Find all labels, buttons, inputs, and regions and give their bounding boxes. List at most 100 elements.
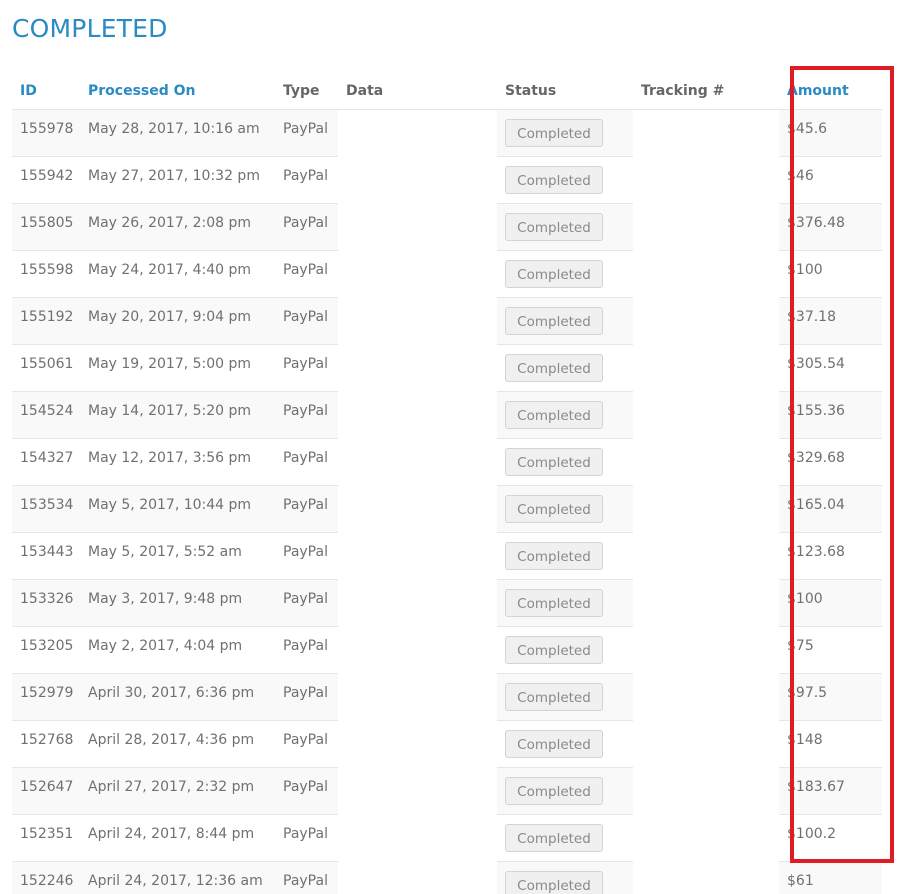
- status-button[interactable]: Completed: [505, 448, 603, 476]
- cell-id: 152246: [12, 861, 80, 894]
- column-header-amount[interactable]: Amount: [779, 72, 882, 110]
- payment-amount: $97.5: [787, 685, 828, 701]
- cell-status: Completed: [497, 485, 633, 533]
- column-header-processed-on[interactable]: Processed On: [80, 72, 275, 110]
- processed-on-date: May 28, 2017, 10:16 am: [88, 121, 260, 137]
- cell-status: Completed: [497, 250, 633, 298]
- cell-data-redacted: [338, 203, 497, 251]
- cell-status: Completed: [497, 767, 633, 815]
- table-row: 153534 May 5, 2017, 10:44 pm PayPal Complet…: [12, 485, 882, 533]
- status-button[interactable]: Completed: [505, 213, 603, 241]
- processed-on-date: May 24, 2017, 4:40 pm: [88, 262, 252, 278]
- table-row: 155978 May 28, 2017, 10:16 am PayPal Comple…: [12, 109, 882, 157]
- cell-id: 152768: [12, 720, 80, 768]
- cell-tracking-redacted: [633, 767, 779, 815]
- payment-id: 155978: [20, 121, 74, 137]
- processed-on-date: May 12, 2017, 3:56 pm: [88, 450, 252, 466]
- cell-type: PayPal: [275, 767, 338, 815]
- cell-type: PayPal: [275, 579, 338, 627]
- status-button[interactable]: Completed: [505, 354, 603, 382]
- column-header-status: Status: [497, 72, 633, 110]
- payment-type: PayPal: [283, 685, 328, 701]
- status-button[interactable]: Completed: [505, 119, 603, 147]
- payment-amount: $75: [787, 638, 814, 654]
- cell-processed-on: May 14, 2017, 5:20 pm: [80, 391, 275, 439]
- payment-amount: $376.48: [787, 215, 845, 231]
- cell-data-redacted: [338, 344, 497, 392]
- status-button[interactable]: Completed: [505, 260, 603, 288]
- cell-status: Completed: [497, 861, 633, 894]
- cell-type: PayPal: [275, 861, 338, 894]
- cell-tracking-redacted: [633, 720, 779, 768]
- payments-table: ID Processed On Type Data Status Trackin…: [12, 72, 882, 894]
- payment-amount: $329.68: [787, 450, 845, 466]
- cell-tracking-redacted: [633, 814, 779, 862]
- table-row: 152768 April 28, 2017, 4:36 pm PayPal Compl…: [12, 720, 882, 768]
- cell-processed-on: May 20, 2017, 9:04 pm: [80, 297, 275, 345]
- status-button[interactable]: Completed: [505, 824, 603, 852]
- cell-processed-on: May 27, 2017, 10:32 pm: [80, 156, 275, 204]
- status-button[interactable]: Completed: [505, 871, 603, 894]
- payment-amount: $165.04: [787, 497, 845, 513]
- payment-amount: $100: [787, 262, 823, 278]
- cell-data-redacted: [338, 626, 497, 674]
- status-button[interactable]: Completed: [505, 166, 603, 194]
- table-row: 152246 April 24, 2017, 12:36 am PayPal Comp…: [12, 861, 882, 894]
- cell-tracking-redacted: [633, 250, 779, 298]
- cell-id: 153205: [12, 626, 80, 674]
- cell-data-redacted: [338, 579, 497, 627]
- status-button[interactable]: Completed: [505, 683, 603, 711]
- cell-amount: $45.6: [779, 109, 882, 157]
- payment-id: 155192: [20, 309, 74, 325]
- cell-type: PayPal: [275, 720, 338, 768]
- payment-id: 153443: [20, 544, 74, 560]
- status-button[interactable]: Completed: [505, 542, 603, 570]
- cell-id: 152351: [12, 814, 80, 862]
- cell-data-redacted: [338, 720, 497, 768]
- payment-type: PayPal: [283, 732, 328, 748]
- cell-data-redacted: [338, 250, 497, 298]
- status-button[interactable]: Completed: [505, 307, 603, 335]
- payment-amount: $183.67: [787, 779, 845, 795]
- cell-id: 153443: [12, 532, 80, 580]
- cell-status: Completed: [497, 532, 633, 580]
- cell-id: 155805: [12, 203, 80, 251]
- payment-amount: $46: [787, 168, 814, 184]
- payment-id: 153326: [20, 591, 74, 607]
- cell-status: Completed: [497, 814, 633, 862]
- column-header-data: Data: [338, 72, 497, 110]
- cell-tracking-redacted: [633, 485, 779, 533]
- status-button[interactable]: Completed: [505, 636, 603, 664]
- processed-on-date: May 2, 2017, 4:04 pm: [88, 638, 243, 654]
- status-button[interactable]: Completed: [505, 401, 603, 429]
- table-row: 155061 May 19, 2017, 5:00 pm PayPal Complet…: [12, 344, 882, 392]
- status-button[interactable]: Completed: [505, 495, 603, 523]
- cell-data-redacted: [338, 767, 497, 815]
- payment-type: PayPal: [283, 826, 328, 842]
- status-button[interactable]: Completed: [505, 589, 603, 617]
- table-row: 152351 April 24, 2017, 8:44 pm PayPal Compl…: [12, 814, 882, 862]
- payment-id: 155061: [20, 356, 74, 372]
- column-header-id[interactable]: ID: [12, 72, 80, 110]
- payment-type: PayPal: [283, 356, 328, 372]
- column-header-type: Type: [275, 72, 338, 110]
- cell-id: 155192: [12, 297, 80, 345]
- status-button[interactable]: Completed: [505, 777, 603, 805]
- payment-amount: $37.18: [787, 309, 836, 325]
- cell-status: Completed: [497, 673, 633, 721]
- cell-amount: $100: [779, 579, 882, 627]
- payment-id: 152246: [20, 873, 74, 889]
- processed-on-date: April 30, 2017, 6:36 pm: [88, 685, 255, 701]
- cell-data-redacted: [338, 297, 497, 345]
- cell-tracking-redacted: [633, 344, 779, 392]
- payment-id: 152979: [20, 685, 74, 701]
- cell-amount: $97.5: [779, 673, 882, 721]
- payment-type: PayPal: [283, 497, 328, 513]
- payment-type: PayPal: [283, 309, 328, 325]
- table-row: 153443 May 5, 2017, 5:52 am PayPal Complete…: [12, 532, 882, 580]
- cell-id: 153534: [12, 485, 80, 533]
- payment-id: 154327: [20, 450, 74, 466]
- cell-tracking-redacted: [633, 861, 779, 894]
- status-button[interactable]: Completed: [505, 730, 603, 758]
- completed-payments-page: COMPLETED ID Processed On Type Data Stat…: [0, 0, 897, 894]
